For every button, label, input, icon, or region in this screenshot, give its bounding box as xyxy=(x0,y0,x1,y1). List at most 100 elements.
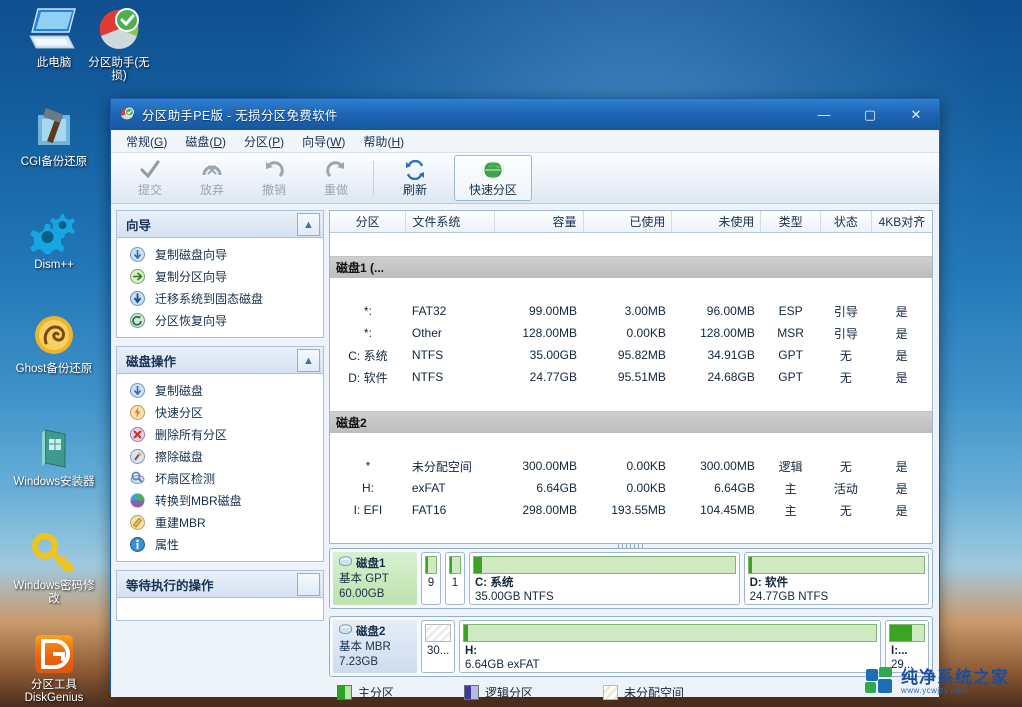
sidebar-item-partition-recovery-wizard[interactable]: 分区恢复向导 xyxy=(117,309,323,331)
cell-alignment: 是 xyxy=(895,503,908,518)
sidebar-item-label: 属性 xyxy=(155,537,180,552)
col-partition[interactable]: 分区 xyxy=(330,211,407,233)
partition-block-unallocated[interactable]: 30... xyxy=(421,620,455,673)
col-free[interactable]: 未使用 xyxy=(671,211,762,233)
chevron-up-icon[interactable] xyxy=(297,573,320,596)
partition-block-d[interactable]: D: 软件 24.77GB NTFS xyxy=(743,552,929,605)
menu-partition[interactable]: 分区(P) xyxy=(235,131,293,152)
table-row[interactable]: *: Other 128.00MB 0.00KB 128.00MB MSR 引导… xyxy=(330,322,932,344)
partition-block-esp[interactable]: 9 xyxy=(421,552,441,605)
table-row[interactable]: I: EFI FAT16 298.00MB 193.55MB 104.45MB … xyxy=(330,499,932,521)
table-group-disk1[interactable]: 磁盘1 (... xyxy=(330,255,932,278)
col-type[interactable]: 类型 xyxy=(760,211,821,233)
pie-check-icon xyxy=(75,6,163,54)
cell-status: 引导 xyxy=(833,326,858,341)
table-row[interactable]: C: 系统 NTFS 35.00GB 95.82MB 34.91GB GPT 无… xyxy=(330,344,932,366)
sidebar-item-copy-disk-wizard[interactable]: 复制磁盘向导 xyxy=(117,243,323,265)
recover-icon xyxy=(129,312,146,329)
desktop-icon-windows-password[interactable]: Windows密码修改 xyxy=(2,529,106,606)
maximize-button[interactable]: ▢ xyxy=(847,99,893,130)
sidebar-item-label: 重建MBR xyxy=(155,515,206,530)
disk2-scheme: 基本 MBR xyxy=(339,641,391,653)
chevron-up-icon[interactable]: ▲ xyxy=(297,213,320,236)
cell-partition: D: 软件 xyxy=(348,370,388,385)
sidebar-item-migrate-os-to-ssd[interactable]: 迁移系统到固态磁盘 xyxy=(117,287,323,309)
cell-filesystem: NTFS xyxy=(411,348,444,362)
toolbar-quick-partition-button[interactable]: 快速分区 xyxy=(454,155,532,201)
globe-icon xyxy=(482,158,504,180)
sidebar-item-convert-to-mbr[interactable]: 转换到MBR磁盘 xyxy=(117,489,323,511)
toolbar-refresh-button[interactable]: 刷新 xyxy=(384,155,446,201)
desktop-icon-label: 分区工具DiskGenius xyxy=(24,679,84,704)
desktop-icon-diskgenius[interactable]: 分区工具DiskGenius xyxy=(2,634,106,705)
partition-block-title: I:... xyxy=(891,645,908,657)
desktop-icon-ghost-backup[interactable]: Ghost备份还原 xyxy=(2,312,106,376)
col-filesystem[interactable]: 文件系统 xyxy=(405,211,495,233)
cell-type: 逻辑 xyxy=(778,459,803,474)
sidebar-item-copy-partition-wizard[interactable]: 复制分区向导 xyxy=(117,265,323,287)
desktop-icon-label: Ghost备份还原 xyxy=(15,363,93,375)
partition-block-sub: 24.77GB NTFS xyxy=(749,591,829,603)
watermark-url: www.ycwjzy.com xyxy=(901,685,968,695)
menu-help[interactable]: 帮助(H) xyxy=(354,131,413,152)
table-group-disk2[interactable]: 磁盘2 xyxy=(330,410,932,433)
minimize-button[interactable]: — xyxy=(801,99,847,130)
partition-block-h[interactable]: H: 6.64GB exFAT xyxy=(459,620,881,673)
disk-map-disk2[interactable]: 磁盘2 基本 MBR 7.23GB 30... H: 6.64GB exFAT xyxy=(329,616,933,677)
partition-block-msr[interactable]: 1 xyxy=(445,552,465,605)
table-spacer xyxy=(330,278,932,300)
sidebar-item-properties[interactable]: 属性 xyxy=(117,533,323,555)
desktop-icon-dism-plus[interactable]: Dism++ xyxy=(2,208,106,272)
usage-bar xyxy=(473,556,736,574)
cell-status: 活动 xyxy=(833,481,858,496)
sidebar-item-label: 分区恢复向导 xyxy=(155,313,228,328)
cell-alignment: 是 xyxy=(895,348,908,363)
cell-filesystem: FAT32 xyxy=(411,304,447,318)
menu-wizard[interactable]: 向导(W) xyxy=(293,131,354,152)
sidebar-item-label: 迁移系统到固态磁盘 xyxy=(155,291,264,306)
toolbar-discard-button[interactable]: 放弃 xyxy=(181,155,243,201)
menu-general[interactable]: 常规(G) xyxy=(117,131,176,152)
sidebar-item-copy-disk[interactable]: 复制磁盘 xyxy=(117,379,323,401)
desktop-icon-windows-installer[interactable]: Windows安装器 xyxy=(2,425,106,489)
sidebar-item-rebuild-mbr[interactable]: 重建MBR xyxy=(117,511,323,533)
cell-filesystem: exFAT xyxy=(411,481,446,495)
disk1-partitions: 9 1 C: 系统 35.00GB NTFS D: 软件 24.77GB NTF… xyxy=(421,552,929,605)
disk-map-disk1[interactable]: 磁盘1 基本 GPT 60.00GB 9 1 C: 系统 35.00GB NTF… xyxy=(329,548,933,609)
sidebar-item-bad-sector-check[interactable]: 坏扇区检测 xyxy=(117,467,323,489)
usage-bar xyxy=(889,624,925,642)
partition-block-title: C: 系统 xyxy=(475,577,514,589)
partition-block-label: 30... xyxy=(427,645,450,657)
sidebar-item-wipe-disk[interactable]: 擦除磁盘 xyxy=(117,445,323,467)
cell-type: 主 xyxy=(784,503,797,518)
window-titlebar[interactable]: 分区助手PE版 - 无损分区免费软件 — ▢ ✕ xyxy=(111,99,939,130)
table-row[interactable]: *: FAT32 99.00MB 3.00MB 96.00MB ESP 引导 是 xyxy=(330,300,932,322)
col-used[interactable]: 已使用 xyxy=(583,211,673,233)
toolbar-redo-button[interactable]: 重做 xyxy=(305,155,367,201)
chevron-up-icon[interactable]: ▲ xyxy=(297,349,320,372)
disk-operations-panel-header[interactable]: 磁盘操作 ▲ xyxy=(116,346,324,373)
close-button[interactable]: ✕ xyxy=(893,99,939,130)
col-capacity[interactable]: 容量 xyxy=(494,211,584,233)
partition-block-c[interactable]: C: 系统 35.00GB NTFS xyxy=(469,552,740,605)
toolbar-undo-button[interactable]: 撤销 xyxy=(243,155,305,201)
col-alignment[interactable]: 4KB对齐 xyxy=(871,211,932,233)
pending-operations-panel-header[interactable]: 等待执行的操作 xyxy=(116,570,324,597)
table-row[interactable]: * 未分配空间 300.00MB 0.00KB 300.00MB 逻辑 无 是 xyxy=(330,455,932,477)
desktop-icon-partition-assistant[interactable]: 分区助手(无损) xyxy=(75,6,163,83)
toolbar-commit-button[interactable]: 提交 xyxy=(119,155,181,201)
cell-filesystem: Other xyxy=(411,326,442,340)
cell-used: 3.00MB xyxy=(624,304,666,318)
sidebar-item-quick-partition[interactable]: 快速分区 xyxy=(117,401,323,423)
cell-partition: *: xyxy=(363,304,372,318)
menu-disk[interactable]: 磁盘(D) xyxy=(176,131,235,152)
col-status[interactable]: 状态 xyxy=(820,211,872,233)
logical-swatch-icon xyxy=(464,685,480,700)
sidebar-item-delete-all-partitions[interactable]: 删除所有分区 xyxy=(117,423,323,445)
wizard-panel-header[interactable]: 向导 ▲ xyxy=(116,210,324,237)
cell-alignment: 是 xyxy=(895,326,908,341)
desktop-icon-cgi-backup[interactable]: CGI备份还原 xyxy=(2,105,106,169)
table-row[interactable]: D: 软件 NTFS 24.77GB 95.51MB 24.68GB GPT 无… xyxy=(330,366,932,388)
sidebar-item-label: 转换到MBR磁盘 xyxy=(155,493,242,508)
table-row[interactable]: H: exFAT 6.64GB 0.00KB 6.64GB 主 活动 是 xyxy=(330,477,932,499)
